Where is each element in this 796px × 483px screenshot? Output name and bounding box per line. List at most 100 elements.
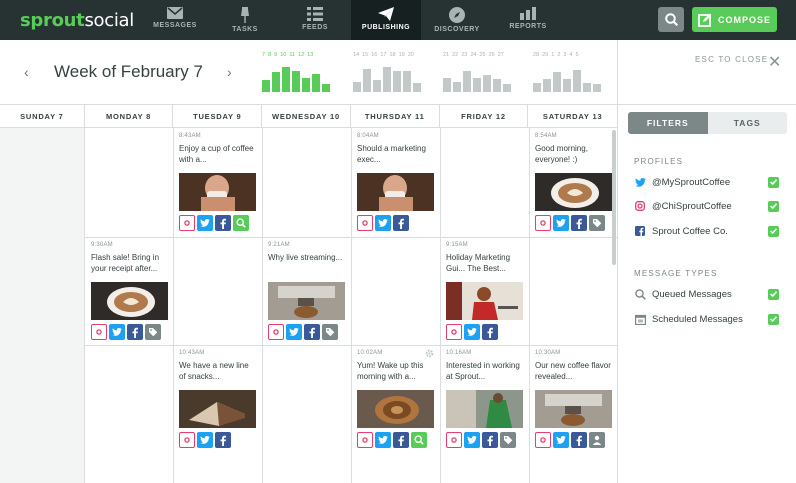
scheduled-post[interactable]: 8:04AM Should a marketing exec... [351, 128, 440, 236]
sparkline-day-label: 4 [569, 52, 573, 58]
sparkline-day-label: 14 [353, 52, 360, 58]
twitter-icon [553, 215, 569, 231]
day-headers: SUNDAY 7 MONDAY 8 TUESDAY 9 WEDNESDAY 10… [0, 105, 617, 128]
sparkline-bar [563, 79, 571, 92]
sparkline-bar [363, 69, 371, 92]
facebook-icon [215, 215, 231, 231]
next-week-button[interactable]: › [227, 64, 232, 80]
sparkline-bar [463, 71, 471, 92]
sparkline-days: 7 8 9 10 11 12 13 [262, 52, 332, 60]
sparkline-bar [353, 82, 361, 92]
sparkline-day-label: 12 [298, 52, 305, 58]
sparkline-days: 14 15 16 17 18 19 20 [353, 52, 423, 60]
facebook-icon [393, 215, 409, 231]
sparkline-day-label: 19 [398, 52, 405, 58]
sparkline-day-label: 21 [443, 52, 450, 58]
day-header: THURSDAY 11 [351, 105, 440, 127]
nav-tasks[interactable]: TASKS [210, 0, 280, 40]
scheduled-post[interactable]: 9:15AM Holiday Marketing Gui... The Best.… [440, 237, 529, 345]
facebook-icon [482, 432, 498, 448]
nav-discovery[interactable]: DISCOVERY [422, 0, 492, 40]
search-button[interactable] [658, 7, 684, 32]
week-activity-sparkline[interactable]: 28 29 1 2 3 4 5 [533, 52, 603, 92]
sparkline-bar [573, 70, 581, 92]
scheduled-post[interactable]: 10:16AM Interested in working at Sprout..… [440, 345, 529, 453]
scheduled-post[interactable]: 8:43AM Enjoy a cup of coffee with a... [173, 128, 262, 236]
week-activity-sparkline[interactable]: 7 8 9 10 11 12 13 [262, 52, 332, 92]
nav-publishing[interactable]: PUBLISHING [351, 0, 421, 40]
tab-filters[interactable]: FILTERS [628, 112, 708, 134]
sparkline-bar [533, 83, 541, 92]
post-image [357, 173, 434, 211]
sparkline-bar [443, 78, 451, 92]
post-text: Holiday Marketing Gui... The Best... [446, 253, 511, 273]
compose-button[interactable]: COMPOSE [692, 7, 777, 32]
filter-profile-sproutcoffeeco[interactable]: Sprout Coffee Co. [634, 223, 779, 239]
facebook-icon [127, 324, 143, 340]
post-time: 10:30AM [535, 350, 561, 356]
filter-profile-chisproutcoffee[interactable]: @ChiSproutCoffee [634, 198, 779, 214]
scheduled-post[interactable]: 10:02AM Yum! Wake up this morning with a.… [351, 345, 440, 453]
sparkline-bar [413, 83, 421, 92]
sparkline-day-label: 10 [280, 52, 287, 58]
filter-profile-mysproutcoffee[interactable]: @MySproutCoffee [634, 174, 779, 190]
previous-week-button[interactable]: ‹ [24, 64, 29, 80]
post-network-icons [91, 324, 161, 340]
instagram-icon [634, 200, 646, 212]
checkbox-checked[interactable] [768, 225, 779, 237]
filter-scheduled-messages[interactable]: Scheduled Messages [634, 311, 779, 327]
nav-feeds[interactable]: FEEDS [280, 0, 350, 40]
queue-icon [634, 288, 646, 300]
tag-icon [322, 324, 338, 340]
sparkline-day-label: 3 [563, 52, 567, 58]
sunday-column [0, 128, 85, 483]
facebook-icon [482, 324, 498, 340]
post-network-icons [535, 432, 605, 448]
week-title: Week of February 7 [54, 62, 203, 81]
sparkline-day-label: 22 [452, 52, 459, 58]
twitter-icon [464, 324, 480, 340]
facebook-icon [634, 225, 646, 237]
sparkline-bar [373, 80, 381, 92]
scheduled-post[interactable]: 9:21AM Why live streaming... [262, 237, 351, 345]
filter-queued-messages[interactable]: Queued Messages [634, 286, 779, 302]
gear-icon[interactable] [425, 349, 434, 358]
checkbox-checked[interactable] [768, 313, 779, 325]
scheduled-post[interactable]: 10:43AM We have a new line of snacks... [173, 345, 262, 453]
compass-icon [449, 7, 465, 23]
sparkline-day-label: 27 [497, 52, 504, 58]
scheduled-post[interactable]: 9:30AM Flash sale! Bring in your receipt … [85, 237, 174, 345]
week-activity-sparkline[interactable]: 14 15 16 17 18 19 20 [353, 52, 423, 92]
close-icon[interactable]: ✕ [768, 52, 781, 72]
nav-messages[interactable]: MESSAGES [140, 0, 210, 40]
day-header: SATURDAY 13 [542, 111, 603, 121]
sparkline-bar [403, 71, 411, 92]
instagram-icon [179, 432, 195, 448]
checkbox-checked[interactable] [768, 288, 779, 300]
instagram-icon [268, 324, 284, 340]
checkbox-checked[interactable] [768, 200, 779, 212]
sparkline-bar [553, 72, 561, 92]
scheduled-post[interactable]: 10:30AM Our new coffee flavor revealed... [529, 345, 618, 453]
post-network-icons [357, 432, 427, 448]
sparkline-day-label: 17 [380, 52, 387, 58]
user-icon [589, 432, 605, 448]
post-network-icons [446, 432, 516, 448]
checkbox-checked[interactable] [768, 176, 779, 188]
sparkline-bar [272, 72, 280, 92]
nav-reports[interactable]: REPORTS [493, 0, 563, 40]
scheduled-post[interactable]: 8:54AM Good morning, everyone! :) [529, 128, 618, 236]
sparkline-day-label: 2 [557, 52, 561, 58]
sparkline-day-label: 26 [488, 52, 495, 58]
sparkline-bars [443, 62, 511, 92]
sparkline-bar [583, 83, 591, 92]
post-image [446, 282, 523, 320]
facebook-icon [571, 432, 587, 448]
week-activity-sparkline[interactable]: 21 22 23 24 25 26 27 [443, 52, 513, 92]
tab-tags[interactable]: TAGS [707, 112, 787, 134]
queue-icon [233, 215, 249, 231]
sparkline-day-label: 15 [362, 52, 369, 58]
tag-icon [500, 432, 516, 448]
facebook-icon [304, 324, 320, 340]
sproutsocial-logo[interactable]: sproutsocial [20, 10, 134, 31]
